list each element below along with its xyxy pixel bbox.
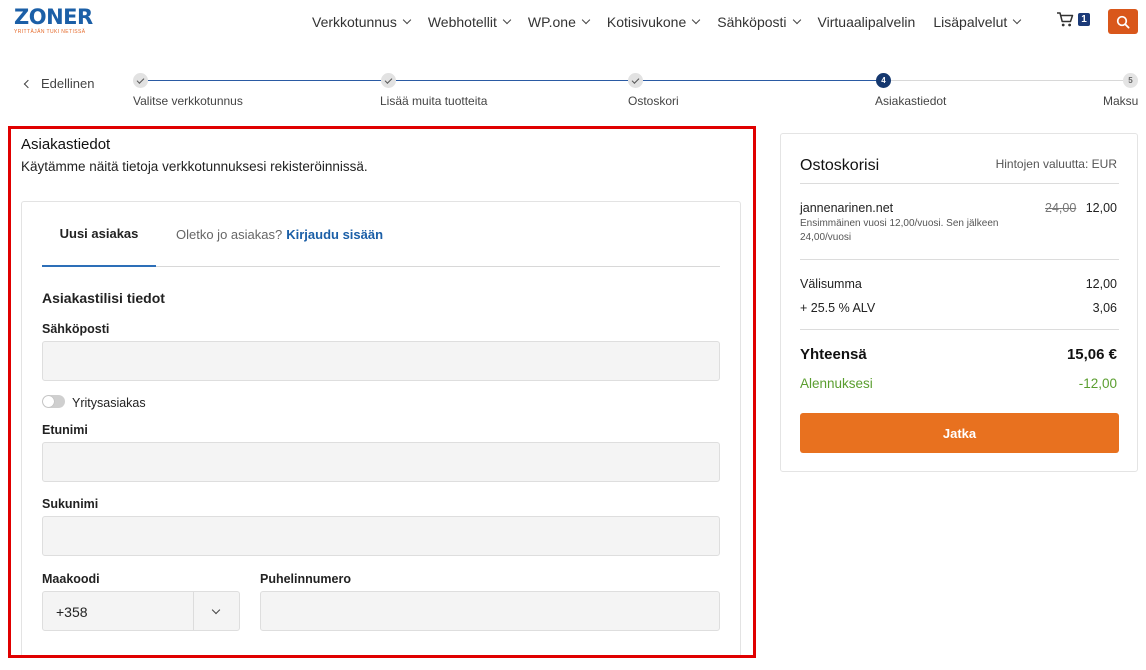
toggle-knob	[43, 396, 54, 407]
form-title: Asiakastiedot	[21, 136, 111, 153]
cart-item-name: jannenarinen.net	[800, 201, 894, 215]
chevron-down-icon	[211, 605, 221, 615]
step-5-marker: 5	[1123, 73, 1138, 88]
customer-info-section: Asiakastiedot Käytämme näitä tietoja ver…	[8, 126, 756, 658]
total-label: Yhteensä	[800, 346, 867, 363]
step-label-add-products: Lisää muita tuotteita	[380, 94, 488, 108]
subtotal-label: Välisumma	[800, 277, 862, 291]
nav-item-webhotellit[interactable]: Webhotellit	[428, 14, 512, 30]
nav-item-virtuaalipalvelin[interactable]: Virtuaalipalvelin	[818, 14, 916, 30]
step-1-check	[133, 73, 148, 88]
back-button[interactable]: Edellinen	[23, 76, 95, 91]
nav-item-sahkoposti[interactable]: Sähköposti	[717, 14, 801, 30]
chevron-down-icon	[581, 15, 591, 25]
step-label-customer-info: Asiakastiedot	[875, 94, 947, 108]
cart-item-price: 12,00	[1085, 201, 1117, 215]
cart-count-badge: 1	[1078, 13, 1090, 26]
search-icon	[1116, 15, 1130, 29]
cart-title: Ostoskorisi	[800, 157, 880, 174]
chevron-down-icon	[402, 15, 412, 25]
cart-item-old-price: 24,00	[1045, 201, 1077, 215]
cart-item-note: Ensimmäinen vuosi 12,00/vuosi. Sen jälke…	[800, 218, 999, 243]
main-nav: Verkkotunnus Webhotellit WP.one Kotisivu…	[312, 14, 1038, 30]
site-header: ZONER YRITTÄJÄN TUKI NETISSÄ Verkkotunnu…	[0, 0, 1146, 44]
shopping-cart-icon	[1057, 12, 1074, 27]
nav-item-verkkotunnus[interactable]: Verkkotunnus	[312, 14, 412, 30]
login-link[interactable]: Kirjaudu sisään	[286, 227, 383, 242]
phone-label: Puhelinnumero	[260, 572, 351, 586]
chevron-down-icon	[692, 15, 701, 25]
chevron-down-icon	[502, 15, 512, 25]
vat-label: + 25.5 % ALV	[800, 301, 876, 315]
check-icon	[384, 75, 393, 84]
continue-button[interactable]: Jatka	[800, 413, 1119, 453]
subtotal-value: 12,00	[1085, 277, 1117, 291]
divider	[800, 259, 1119, 260]
chevron-down-icon	[1013, 15, 1022, 25]
nav-item-wpone[interactable]: WP.one	[528, 14, 591, 30]
email-label: Sähköposti	[42, 322, 110, 336]
firstname-label: Etunimi	[42, 423, 88, 437]
check-icon	[631, 75, 640, 84]
step-connector	[396, 80, 628, 81]
discount-value: -12,00	[1078, 376, 1117, 391]
chevron-down-icon	[792, 15, 801, 25]
country-code-label: Maakoodi	[42, 572, 100, 586]
step-connector	[148, 80, 381, 81]
divider	[800, 329, 1119, 330]
step-label-cart: Ostoskori	[628, 94, 679, 108]
cart-summary: Ostoskorisi Hintojen valuutta: EUR janne…	[780, 133, 1138, 472]
form-description: Käytämme näitä tietoja verkkotunnuksesi …	[21, 159, 368, 174]
existing-customer-prompt: Oletko jo asiakas?	[176, 227, 283, 242]
nav-item-lisapalvelut[interactable]: Lisäpalvelut	[933, 14, 1022, 30]
search-button[interactable]	[1108, 9, 1138, 34]
lastname-field[interactable]	[42, 516, 720, 556]
logo-text: ZONER	[14, 5, 93, 29]
country-code-value: +358	[56, 604, 88, 620]
cart-button[interactable]: 1	[1056, 11, 1090, 28]
lastname-label: Sukunimi	[42, 497, 99, 511]
chevron-left-icon	[23, 79, 33, 88]
currency-note: Hintojen valuutta: EUR	[995, 157, 1117, 171]
country-code-select[interactable]: +358	[42, 591, 240, 631]
step-connector	[643, 80, 876, 81]
step-2-check	[381, 73, 396, 88]
check-icon	[136, 75, 145, 84]
company-customer-label: Yritysasiakas	[72, 396, 146, 410]
account-section-title: Asiakastilisi tiedot	[42, 290, 165, 306]
vat-value: 3,06	[1092, 301, 1117, 315]
firstname-field[interactable]	[42, 442, 720, 482]
customer-tabs: Uusi asiakas Oletko jo asiakas? Kirjaudu…	[42, 202, 720, 267]
step-connector	[891, 80, 1123, 81]
company-customer-toggle[interactable]	[42, 395, 65, 408]
discount-label: Alennuksesi	[800, 376, 873, 391]
phone-field[interactable]	[260, 591, 720, 631]
divider	[800, 183, 1119, 184]
tab-new-customer[interactable]: Uusi asiakas	[42, 202, 156, 267]
step-label-domain: Valitse verkkotunnus	[133, 94, 243, 108]
step-label-payment: Maksu	[1103, 94, 1139, 108]
zoner-logo[interactable]: ZONER YRITTÄJÄN TUKI NETISSÄ	[14, 6, 93, 35]
email-field[interactable]	[42, 341, 720, 381]
customer-form-card: Uusi asiakas Oletko jo asiakas? Kirjaudu…	[21, 201, 741, 655]
step-3-check	[628, 73, 643, 88]
logo-tagline: YRITTÄJÄN TUKI NETISSÄ	[14, 29, 86, 35]
step-4-marker: 4	[876, 73, 891, 88]
select-divider	[193, 592, 194, 630]
total-value: 15,06 €	[1066, 346, 1117, 363]
nav-item-kotisivukone[interactable]: Kotisivukone	[607, 14, 701, 30]
tab-existing-customer: Oletko jo asiakas? Kirjaudu sisään	[176, 202, 383, 267]
